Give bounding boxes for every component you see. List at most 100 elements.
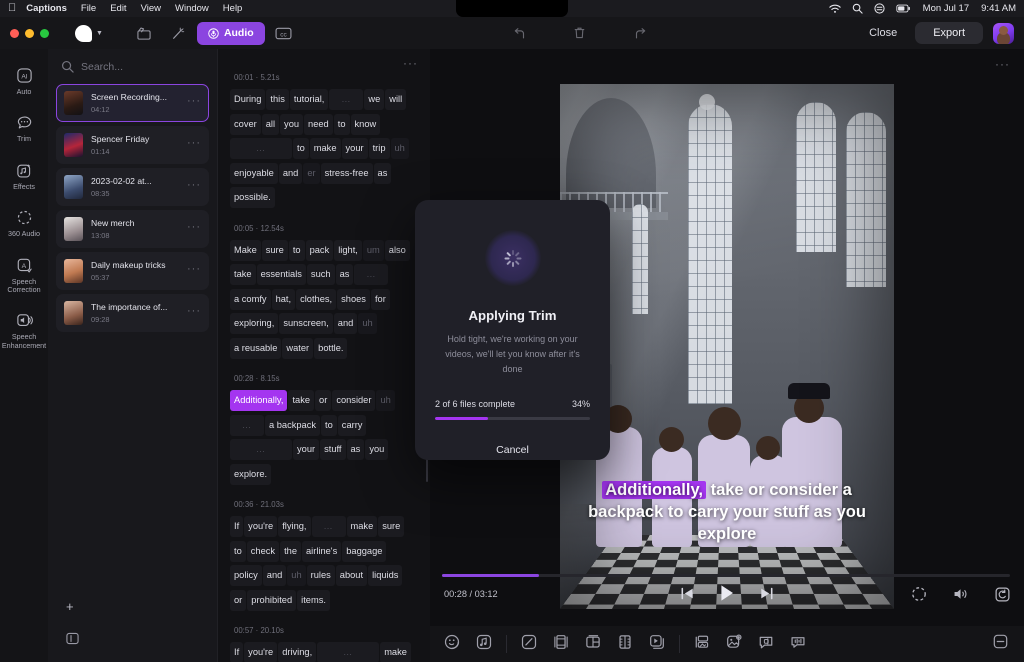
transcript-word[interactable]: take <box>230 264 256 285</box>
transcript-word[interactable]: possible. <box>230 187 275 208</box>
layout-icon[interactable] <box>585 634 601 655</box>
transcript-word[interactable]: as <box>347 439 365 460</box>
transcript-word[interactable]: you're <box>244 642 277 662</box>
transcript-word[interactable]: and <box>263 565 287 586</box>
search-icon[interactable] <box>852 3 863 14</box>
skip-next-icon[interactable] <box>759 587 774 605</box>
menu-item-view[interactable]: View <box>141 3 161 14</box>
redo-icon[interactable] <box>625 22 655 44</box>
transcript-word[interactable]: to <box>334 114 350 135</box>
media-stack-icon[interactable] <box>649 634 665 655</box>
magic-wand-icon[interactable] <box>163 22 193 44</box>
transcript-word[interactable]: as <box>374 163 392 184</box>
transcript-word[interactable]: you're <box>244 516 277 537</box>
rail-item-effects[interactable]: Effects <box>0 154 48 191</box>
clapperboard-icon[interactable] <box>129 22 159 44</box>
panel-toggle-icon[interactable] <box>66 632 217 650</box>
project-menu-button[interactable]: ··· <box>187 266 201 276</box>
transcript-word[interactable]: rules <box>307 565 335 586</box>
closed-caption-icon[interactable]: cc <box>269 22 299 44</box>
transcript-word[interactable]: … <box>230 138 292 159</box>
volume-icon[interactable] <box>953 587 969 606</box>
list-item[interactable]: New merch 13:08 ··· <box>56 210 209 248</box>
list-item[interactable]: Screen Recording... 04:12 ··· <box>56 84 209 122</box>
skip-previous-icon[interactable] <box>680 587 695 605</box>
transcript-word[interactable]: know <box>351 114 381 135</box>
avatar[interactable] <box>993 23 1014 44</box>
transcript-word[interactable]: to <box>293 138 309 159</box>
transcript-word[interactable]: uh <box>358 313 376 334</box>
transcript-word[interactable]: … <box>317 642 379 662</box>
transcript-word[interactable]: make <box>380 642 411 662</box>
transcript-word[interactable]: make <box>310 138 341 159</box>
cancel-button[interactable]: Cancel <box>496 444 529 456</box>
transcript-word[interactable]: … <box>230 439 292 460</box>
transcript-word[interactable]: your <box>342 138 368 159</box>
transcript-word[interactable]: uh <box>391 138 409 159</box>
transcript-word[interactable]: consider <box>332 390 375 411</box>
transcript-word[interactable]: items. <box>297 590 330 611</box>
transcript-word[interactable]: baggage <box>342 541 386 562</box>
video-preview[interactable]: Additionally, take or consider a backpac… <box>560 84 894 609</box>
transcript-word[interactable]: a reusable <box>230 338 281 359</box>
preview-menu-button[interactable]: ··· <box>995 61 1010 67</box>
menu-item-captions[interactable]: Captions <box>26 3 67 14</box>
transcript-word[interactable]: driving, <box>278 642 316 662</box>
transcript-word[interactable]: liquids <box>368 565 402 586</box>
maximize-window-button[interactable] <box>40 29 49 38</box>
window-controls[interactable] <box>0 29 49 38</box>
transcript-block[interactable]: Makesuretopacklight,umalsotakeessentials… <box>230 240 420 363</box>
plus-icon[interactable]: + <box>66 599 217 614</box>
transcript-word[interactable]: and <box>334 313 358 334</box>
play-icon[interactable] <box>719 584 735 607</box>
transcript-word[interactable]: we <box>364 89 384 110</box>
list-item[interactable]: The importance of... 09:28 ··· <box>56 294 209 332</box>
transcript-word[interactable]: sure <box>262 240 288 261</box>
transcript-word[interactable]: shoes <box>337 289 370 310</box>
transcript-word[interactable]: for <box>371 289 390 310</box>
layers-icon[interactable] <box>694 634 710 655</box>
add-image-icon[interactable] <box>726 634 742 655</box>
caption-bubble-icon[interactable] <box>758 634 774 655</box>
battery-icon[interactable] <box>896 4 911 13</box>
transcript-word[interactable]: to <box>321 415 337 436</box>
transcript-word[interactable]: um <box>363 240 384 261</box>
transcript-word[interactable]: will <box>385 89 406 110</box>
transcript-word[interactable]: Make <box>230 240 261 261</box>
transcript-word[interactable]: … <box>354 264 388 285</box>
transcript-block[interactable]: Ifyou'reflying,…makesuretochecktheairlin… <box>230 516 420 614</box>
transcript-word[interactable]: flying, <box>278 516 310 537</box>
project-menu-button[interactable]: ··· <box>187 182 201 192</box>
transcript-word[interactable]: cover <box>230 114 261 135</box>
sticker-icon[interactable] <box>444 634 460 655</box>
rail-item-speech-enhancement[interactable]: Speech Enhancement <box>0 304 48 350</box>
transcript-word[interactable]: water <box>282 338 313 359</box>
crop-frame-icon[interactable] <box>911 586 927 607</box>
transcript-word[interactable]: check <box>247 541 279 562</box>
menu-item-window[interactable]: Window <box>175 3 209 14</box>
filmstrip-icon[interactable] <box>553 634 569 655</box>
menu-item-file[interactable]: File <box>81 3 96 14</box>
transcript-word[interactable]: airline's <box>302 541 341 562</box>
transcript-word[interactable]: about <box>336 565 367 586</box>
transcript-panel[interactable]: ··· 00:01 · 5.21sDuringthistutorial,…wew… <box>218 49 430 662</box>
caption-overlay[interactable]: Additionally, take or consider a backpac… <box>560 479 894 545</box>
transcript-word[interactable]: a comfy <box>230 289 271 310</box>
project-menu-button[interactable]: ··· <box>187 224 201 234</box>
rail-item-speech-correction[interactable]: A Speech Correction <box>0 249 48 295</box>
transcript-word[interactable]: clothes, <box>296 289 336 310</box>
transcript-word[interactable]: exploring, <box>230 313 278 334</box>
transcript-word[interactable]: need <box>304 114 333 135</box>
transcript-word[interactable]: hat, <box>272 289 296 310</box>
transcript-word[interactable]: your <box>293 439 319 460</box>
wifi-icon[interactable] <box>829 4 841 14</box>
transcript-word[interactable]: sure <box>378 516 404 537</box>
music-note-icon[interactable] <box>476 634 492 655</box>
close-button[interactable]: Close <box>861 23 905 43</box>
draw-icon[interactable] <box>521 634 537 655</box>
audio-tool-button[interactable]: Audio <box>197 22 265 45</box>
transcript-word[interactable]: stress-free <box>321 163 373 184</box>
transcript-word[interactable]: uh <box>376 390 394 411</box>
control-center-icon[interactable] <box>874 3 885 14</box>
transcript-word[interactable]: uh <box>287 565 305 586</box>
